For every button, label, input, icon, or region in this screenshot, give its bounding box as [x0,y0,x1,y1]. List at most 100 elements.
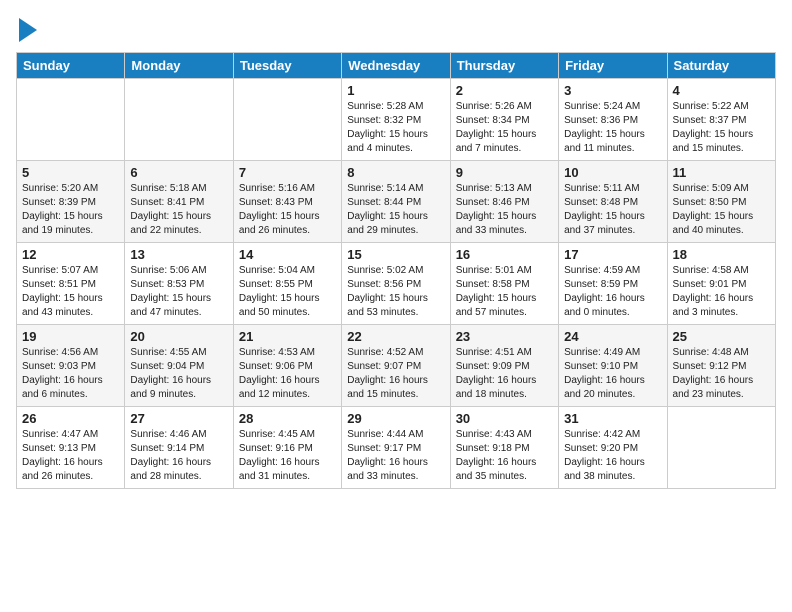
cell-info: Sunrise: 5:01 AM Sunset: 8:58 PM Dayligh… [456,264,553,320]
calendar-cell: 22 Sunrise: 4:52 AM Sunset: 9:07 PM Dayli… [342,325,450,407]
logo-arrow-icon [19,18,37,42]
calendar-cell: 5 Sunrise: 5:20 AM Sunset: 8:39 PM Daylig… [17,161,125,243]
cell-info: Sunrise: 5:26 AM Sunset: 8:34 PM Dayligh… [456,100,553,156]
calendar-cell: 26 Sunrise: 4:47 AM Sunset: 9:13 PM Dayli… [17,407,125,489]
day-number: 6 [130,165,227,180]
cell-info: Sunrise: 5:20 AM Sunset: 8:39 PM Dayligh… [22,182,119,238]
calendar-cell: 24 Sunrise: 4:49 AM Sunset: 9:10 PM Dayli… [559,325,667,407]
calendar-week-row: 26 Sunrise: 4:47 AM Sunset: 9:13 PM Dayli… [17,407,776,489]
calendar-cell: 30 Sunrise: 4:43 AM Sunset: 9:18 PM Dayli… [450,407,558,489]
calendar-cell: 21 Sunrise: 4:53 AM Sunset: 9:06 PM Dayli… [233,325,341,407]
calendar-cell [667,407,775,489]
calendar-cell [233,79,341,161]
calendar-cell: 18 Sunrise: 4:58 AM Sunset: 9:01 PM Dayli… [667,243,775,325]
day-number: 27 [130,411,227,426]
day-number: 30 [456,411,553,426]
cell-info: Sunrise: 5:11 AM Sunset: 8:48 PM Dayligh… [564,182,661,238]
calendar-cell: 3Sunrise: 5:24 AM Sunset: 8:36 PM Daylig… [559,79,667,161]
day-number: 17 [564,247,661,262]
day-number: 5 [22,165,119,180]
day-number: 20 [130,329,227,344]
day-number: 29 [347,411,444,426]
calendar-week-row: 1 Sunrise: 5:28 AM Sunset: 8:32 PM Daylig… [17,79,776,161]
header-thursday: Thursday [450,53,558,79]
cell-info: Sunrise: 5:22 AM Sunset: 8:37 PM Dayligh… [673,100,770,156]
cell-info: Sunrise: 4:55 AM Sunset: 9:04 PM Dayligh… [130,346,227,402]
calendar-cell: 13Sunrise: 5:06 AM Sunset: 8:53 PM Dayli… [125,243,233,325]
cell-info: Sunrise: 4:43 AM Sunset: 9:18 PM Dayligh… [456,428,553,484]
cell-info: Sunrise: 5:24 AM Sunset: 8:36 PM Dayligh… [564,100,661,156]
calendar-cell: 31 Sunrise: 4:42 AM Sunset: 9:20 PM Dayli… [559,407,667,489]
calendar-cell: 10 Sunrise: 5:11 AM Sunset: 8:48 PM Dayli… [559,161,667,243]
day-number: 4 [673,83,770,98]
calendar-cell: 4 Sunrise: 5:22 AM Sunset: 8:37 PM Daylig… [667,79,775,161]
cell-info: Sunrise: 5:09 AM Sunset: 8:50 PM Dayligh… [673,182,770,238]
calendar-cell: 15 Sunrise: 5:02 AM Sunset: 8:56 PM Dayli… [342,243,450,325]
day-number: 12 [22,247,119,262]
day-number: 10 [564,165,661,180]
calendar-week-row: 5 Sunrise: 5:20 AM Sunset: 8:39 PM Daylig… [17,161,776,243]
day-number: 11 [673,165,770,180]
page-header [16,16,776,42]
day-number: 9 [456,165,553,180]
cell-info: Sunrise: 5:16 AM Sunset: 8:43 PM Dayligh… [239,182,336,238]
cell-info: Sunrise: 5:13 AM Sunset: 8:46 PM Dayligh… [456,182,553,238]
calendar-cell [17,79,125,161]
cell-info: Sunrise: 4:49 AM Sunset: 9:10 PM Dayligh… [564,346,661,402]
header-saturday: Saturday [667,53,775,79]
calendar-cell: 9 Sunrise: 5:13 AM Sunset: 8:46 PM Daylig… [450,161,558,243]
day-number: 15 [347,247,444,262]
calendar-cell: 14 Sunrise: 5:04 AM Sunset: 8:55 PM Dayli… [233,243,341,325]
calendar-cell: 8Sunrise: 5:14 AM Sunset: 8:44 PM Daylig… [342,161,450,243]
day-number: 31 [564,411,661,426]
day-number: 25 [673,329,770,344]
day-number: 28 [239,411,336,426]
calendar-cell: 1 Sunrise: 5:28 AM Sunset: 8:32 PM Daylig… [342,79,450,161]
cell-info: Sunrise: 4:52 AM Sunset: 9:07 PM Dayligh… [347,346,444,402]
day-number: 26 [22,411,119,426]
day-number: 21 [239,329,336,344]
calendar-cell: 11 Sunrise: 5:09 AM Sunset: 8:50 PM Dayli… [667,161,775,243]
calendar-week-row: 12 Sunrise: 5:07 AM Sunset: 8:51 PM Dayli… [17,243,776,325]
calendar-cell: 23Sunrise: 4:51 AM Sunset: 9:09 PM Dayli… [450,325,558,407]
cell-info: Sunrise: 4:53 AM Sunset: 9:06 PM Dayligh… [239,346,336,402]
cell-info: Sunrise: 5:28 AM Sunset: 8:32 PM Dayligh… [347,100,444,156]
cell-info: Sunrise: 4:58 AM Sunset: 9:01 PM Dayligh… [673,264,770,320]
day-number: 16 [456,247,553,262]
cell-info: Sunrise: 4:45 AM Sunset: 9:16 PM Dayligh… [239,428,336,484]
cell-info: Sunrise: 5:04 AM Sunset: 8:55 PM Dayligh… [239,264,336,320]
cell-info: Sunrise: 4:56 AM Sunset: 9:03 PM Dayligh… [22,346,119,402]
day-number: 22 [347,329,444,344]
cell-info: Sunrise: 5:06 AM Sunset: 8:53 PM Dayligh… [130,264,227,320]
calendar-cell: 29 Sunrise: 4:44 AM Sunset: 9:17 PM Dayli… [342,407,450,489]
calendar-header-row: SundayMondayTuesdayWednesdayThursdayFrid… [17,53,776,79]
calendar-cell: 20 Sunrise: 4:55 AM Sunset: 9:04 PM Dayli… [125,325,233,407]
day-number: 19 [22,329,119,344]
calendar-cell: 27Sunrise: 4:46 AM Sunset: 9:14 PM Dayli… [125,407,233,489]
calendar-cell: 17 Sunrise: 4:59 AM Sunset: 8:59 PM Dayli… [559,243,667,325]
header-friday: Friday [559,53,667,79]
day-number: 24 [564,329,661,344]
calendar-cell: 2Sunrise: 5:26 AM Sunset: 8:34 PM Daylig… [450,79,558,161]
cell-info: Sunrise: 4:44 AM Sunset: 9:17 PM Dayligh… [347,428,444,484]
header-sunday: Sunday [17,53,125,79]
calendar-cell: 28 Sunrise: 4:45 AM Sunset: 9:16 PM Dayli… [233,407,341,489]
header-wednesday: Wednesday [342,53,450,79]
cell-info: Sunrise: 4:47 AM Sunset: 9:13 PM Dayligh… [22,428,119,484]
calendar-cell [125,79,233,161]
cell-info: Sunrise: 5:07 AM Sunset: 8:51 PM Dayligh… [22,264,119,320]
calendar-cell: 12 Sunrise: 5:07 AM Sunset: 8:51 PM Dayli… [17,243,125,325]
cell-info: Sunrise: 4:42 AM Sunset: 9:20 PM Dayligh… [564,428,661,484]
cell-info: Sunrise: 5:14 AM Sunset: 8:44 PM Dayligh… [347,182,444,238]
calendar-cell: 25 Sunrise: 4:48 AM Sunset: 9:12 PM Dayli… [667,325,775,407]
calendar-cell: 19 Sunrise: 4:56 AM Sunset: 9:03 PM Dayli… [17,325,125,407]
cell-info: Sunrise: 4:48 AM Sunset: 9:12 PM Dayligh… [673,346,770,402]
calendar-cell: 16 Sunrise: 5:01 AM Sunset: 8:58 PM Dayli… [450,243,558,325]
day-number: 1 [347,83,444,98]
cell-info: Sunrise: 4:59 AM Sunset: 8:59 PM Dayligh… [564,264,661,320]
day-number: 14 [239,247,336,262]
day-number: 18 [673,247,770,262]
day-number: 7 [239,165,336,180]
calendar-week-row: 19 Sunrise: 4:56 AM Sunset: 9:03 PM Dayli… [17,325,776,407]
cell-info: Sunrise: 5:02 AM Sunset: 8:56 PM Dayligh… [347,264,444,320]
